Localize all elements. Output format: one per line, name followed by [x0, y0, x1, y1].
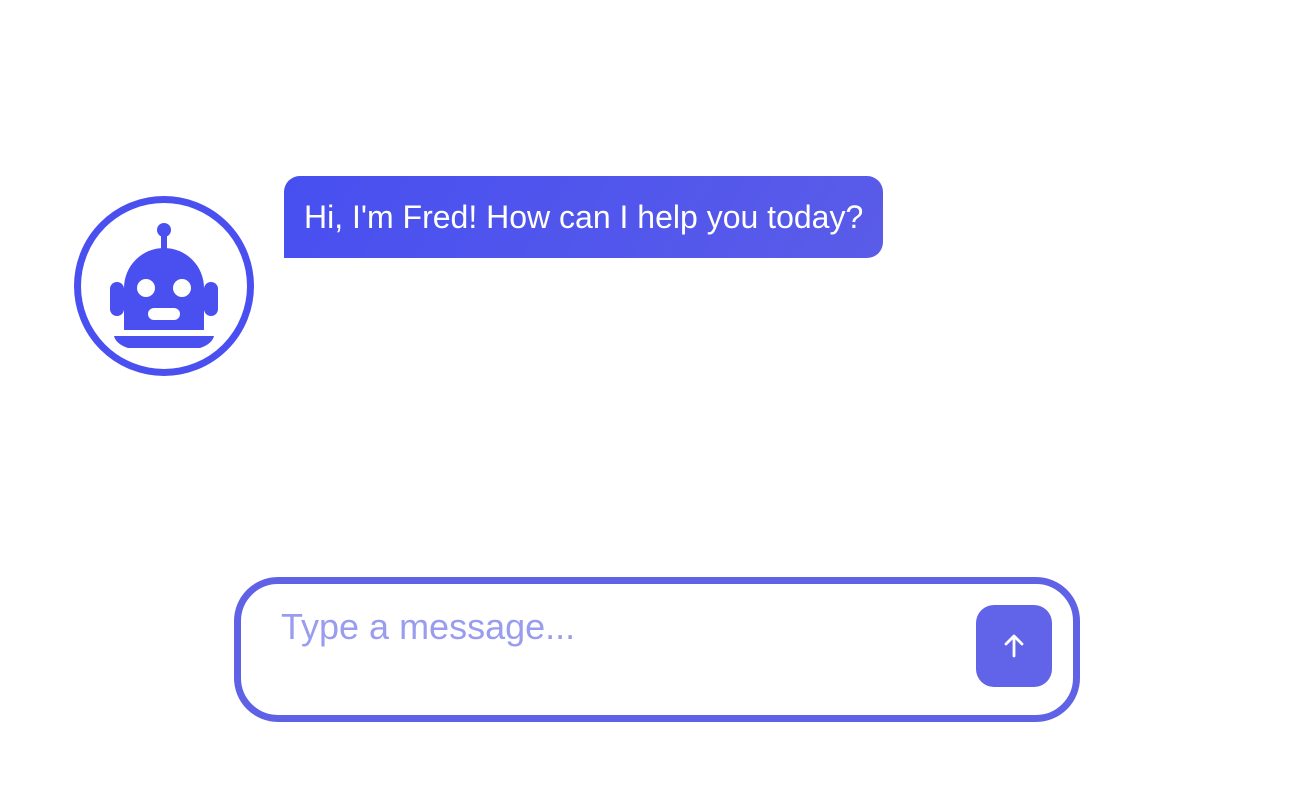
message-input[interactable]	[281, 606, 961, 696]
assistant-message-bubble: Hi, I'm Fred! How can I help you today?	[284, 176, 884, 258]
assistant-avatar	[74, 196, 254, 376]
send-button[interactable]	[976, 605, 1052, 687]
chat-page: Hi, I'm Fred! How can I help you today?	[0, 0, 1314, 796]
robot-icon	[110, 223, 218, 348]
arrow-up-icon	[1004, 634, 1024, 658]
message-composer	[234, 577, 1080, 722]
